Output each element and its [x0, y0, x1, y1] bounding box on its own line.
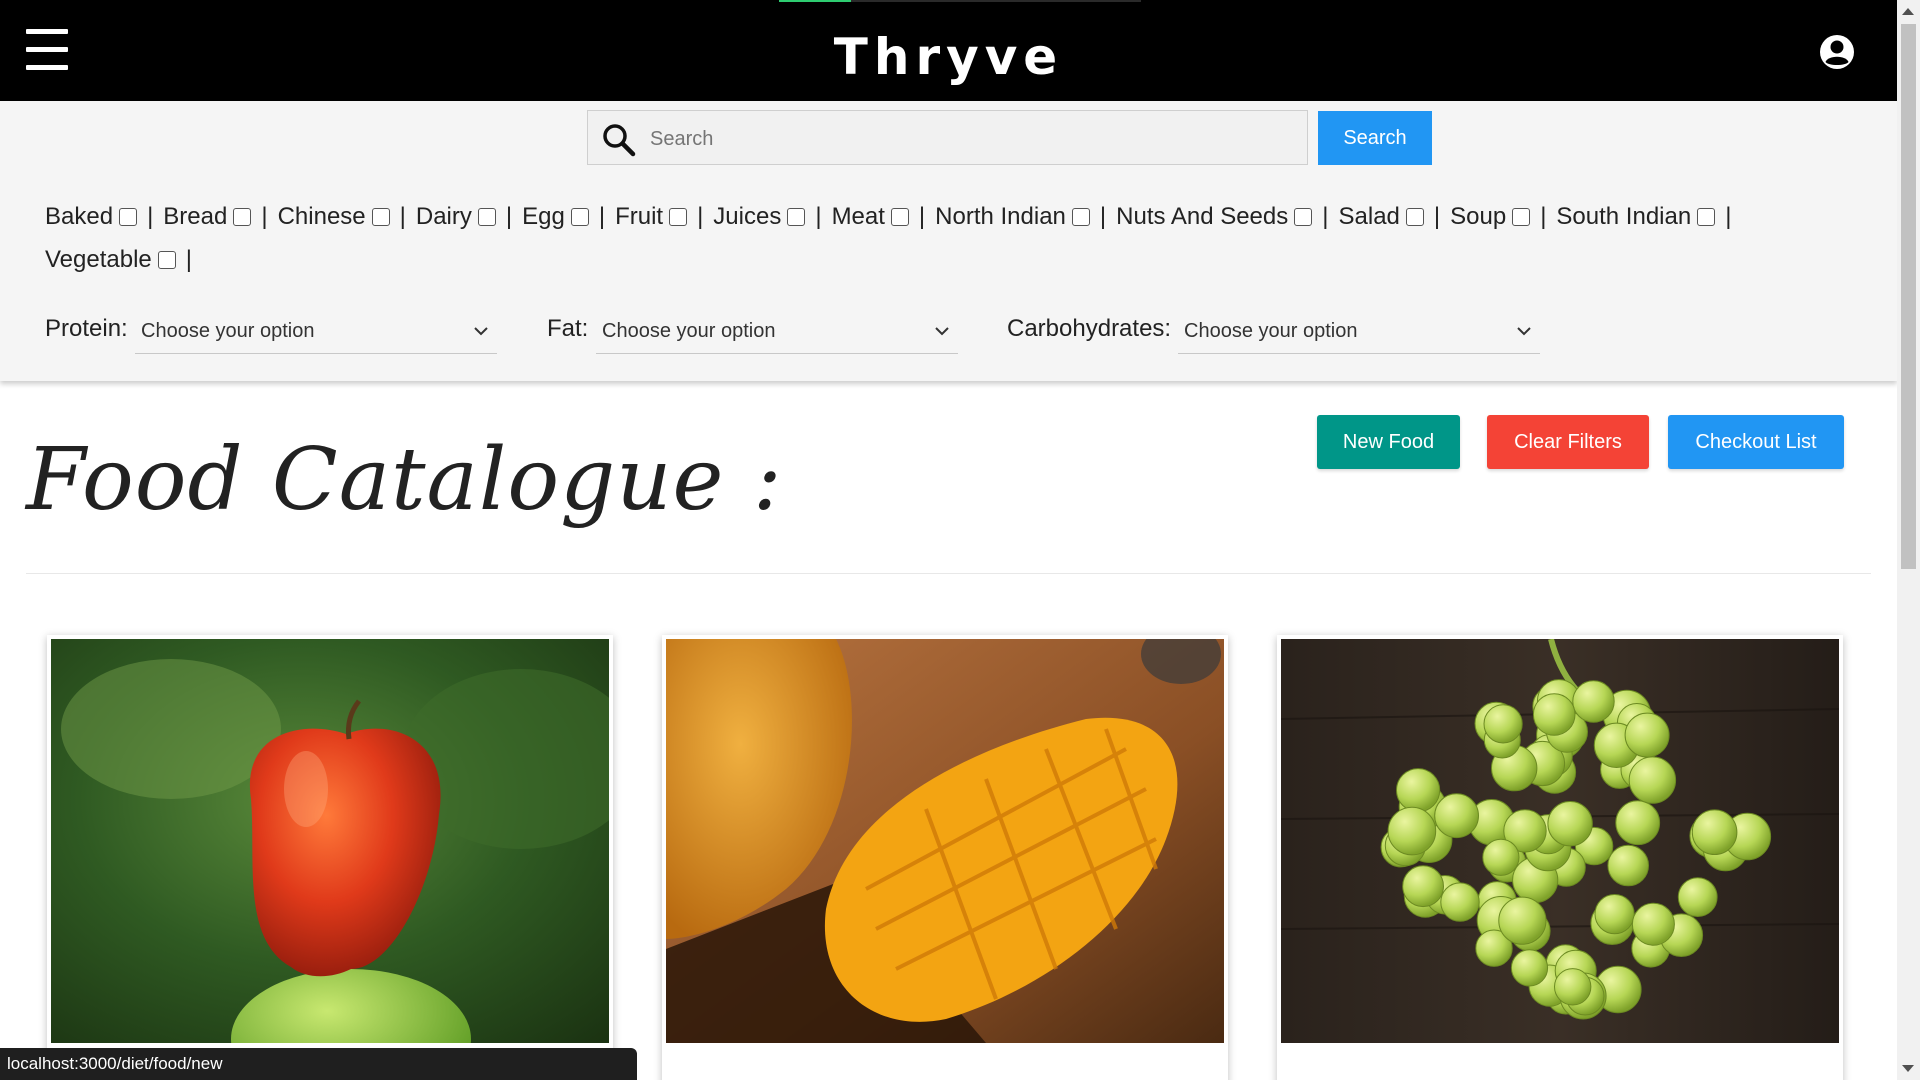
- clear-filters-button[interactable]: Clear Filters: [1487, 415, 1649, 469]
- scroll-thumb[interactable]: [1901, 24, 1916, 569]
- category-checkbox[interactable]: [890, 208, 909, 226]
- search-button[interactable]: Search: [1318, 111, 1432, 165]
- link-preview-status-bar: localhost:3000/diet/food/new: [0, 1048, 637, 1080]
- category-label[interactable]: Fruit: [615, 203, 663, 230]
- category-separator: |: [697, 203, 704, 230]
- brand-logo[interactable]: Thryve: [0, 26, 1897, 88]
- category-checkbox[interactable]: [1405, 208, 1424, 226]
- category-filter-item: North Indian |: [935, 195, 1116, 238]
- category-separator: |: [185, 246, 193, 273]
- category-checkbox[interactable]: [1071, 208, 1090, 226]
- category-label[interactable]: Chinese: [278, 203, 366, 230]
- page-load-progress: [779, 0, 1141, 2]
- category-checkbox[interactable]: [787, 208, 806, 226]
- category-filter-item: Dairy |: [416, 195, 522, 238]
- protein-select[interactable]: Choose your option: [135, 309, 497, 354]
- food-card[interactable]: [662, 635, 1228, 1080]
- filter-panel: Search Baked|Bread|Chinese|Dairy|Egg|Fru…: [0, 101, 1897, 381]
- category-filter-item: Bread |: [163, 195, 277, 238]
- carbohydrates-label: Carbohydrates:: [1007, 315, 1172, 342]
- category-label[interactable]: Bread: [163, 203, 227, 230]
- category-checkbox[interactable]: [119, 208, 138, 226]
- category-label[interactable]: North Indian: [935, 203, 1066, 230]
- carbohydrates-select[interactable]: Choose your option: [1178, 309, 1540, 354]
- protein-label: Protein:: [45, 315, 128, 342]
- category-checkbox[interactable]: [570, 208, 589, 226]
- category-checkbox[interactable]: [1294, 208, 1313, 226]
- scroll-down-arrow-icon[interactable]: [1902, 1065, 1914, 1072]
- category-filter-item: South Indian |: [1556, 195, 1741, 238]
- category-separator: |: [1433, 203, 1441, 230]
- chevron-down-icon: [935, 327, 949, 336]
- category-checkbox[interactable]: [157, 251, 176, 269]
- category-label[interactable]: Soup: [1450, 203, 1506, 230]
- category-label[interactable]: Meat: [832, 203, 885, 230]
- category-filter-item: Juices |: [713, 195, 831, 238]
- category-label[interactable]: Vegetable: [45, 246, 152, 273]
- category-filter-item: Chinese |: [278, 195, 416, 238]
- category-separator: |: [399, 203, 406, 230]
- category-checkbox[interactable]: [669, 208, 688, 226]
- vertical-scrollbar[interactable]: [1897, 0, 1920, 1080]
- category-separator: |: [1540, 203, 1547, 230]
- category-separator: |: [815, 203, 822, 230]
- category-separator: |: [598, 203, 606, 230]
- search-bar: [587, 110, 1308, 165]
- category-label[interactable]: Baked: [45, 203, 113, 230]
- carbohydrates-select-value: Choose your option: [1184, 320, 1358, 342]
- category-filter-item: Nuts And Seeds |: [1116, 195, 1338, 238]
- search-input[interactable]: [648, 119, 1292, 159]
- category-separator: |: [918, 203, 926, 230]
- chevron-down-icon: [474, 327, 488, 336]
- apple-photo: [51, 639, 609, 1043]
- fat-select[interactable]: Choose your option: [596, 309, 958, 354]
- fat-select-value: Choose your option: [602, 320, 776, 342]
- food-card[interactable]: [1277, 635, 1843, 1080]
- checkout-list-button[interactable]: Checkout List: [1668, 415, 1844, 469]
- category-label[interactable]: Egg: [522, 203, 565, 230]
- chevron-down-icon: [1517, 327, 1531, 336]
- category-separator: |: [261, 203, 268, 230]
- category-separator: |: [1322, 203, 1329, 230]
- category-filter-item: Meat |: [832, 195, 936, 238]
- category-filter-item: Soup |: [1450, 195, 1556, 238]
- category-filter-item: Egg |: [522, 195, 615, 238]
- divider: [26, 573, 1871, 574]
- category-checkbox[interactable]: [1697, 208, 1716, 226]
- category-label[interactable]: Juices: [713, 203, 781, 230]
- category-filter-item: Vegetable |: [45, 238, 202, 281]
- category-checkbox[interactable]: [477, 208, 496, 226]
- search-icon: [602, 123, 636, 157]
- category-checkbox[interactable]: [1512, 208, 1531, 226]
- navbar: Thryve: [0, 0, 1897, 101]
- category-label[interactable]: Dairy: [416, 203, 472, 230]
- category-filter-list: Baked | Bread | Chinese | Dairy | Egg | Fruit | Juic…: [45, 195, 1815, 281]
- category-filter-item: Baked |: [45, 195, 163, 238]
- category-separator: |: [1725, 203, 1732, 230]
- mango-photo: [666, 639, 1224, 1043]
- category-checkbox[interactable]: [233, 208, 252, 226]
- progress-fill: [779, 0, 852, 2]
- grapes-photo: [1281, 639, 1839, 1043]
- category-label[interactable]: Nuts And Seeds: [1116, 203, 1288, 230]
- nutrient-filters: Protein: Choose your option Fat: Choose …: [45, 307, 1545, 357]
- food-card[interactable]: [47, 635, 613, 1080]
- page: Thryve Search Baked | Bread | Chinese | Dairy |…: [0, 0, 1897, 1080]
- category-checkbox[interactable]: [371, 208, 390, 226]
- category-separator: |: [147, 203, 154, 230]
- category-label[interactable]: South Indian: [1556, 203, 1691, 230]
- category-separator: |: [505, 203, 513, 230]
- protein-select-value: Choose your option: [141, 320, 315, 342]
- category-filter-item: Salad |: [1339, 195, 1451, 238]
- scroll-up-arrow-icon[interactable]: [1902, 8, 1914, 15]
- user-account-icon[interactable]: [1817, 32, 1857, 72]
- page-title: Food Catalogue :: [26, 430, 783, 530]
- category-label[interactable]: Salad: [1339, 203, 1400, 230]
- fat-label: Fat:: [547, 315, 589, 342]
- new-food-button[interactable]: New Food: [1317, 415, 1460, 469]
- category-filter-item: Fruit |: [615, 195, 713, 238]
- category-separator: |: [1099, 203, 1107, 230]
